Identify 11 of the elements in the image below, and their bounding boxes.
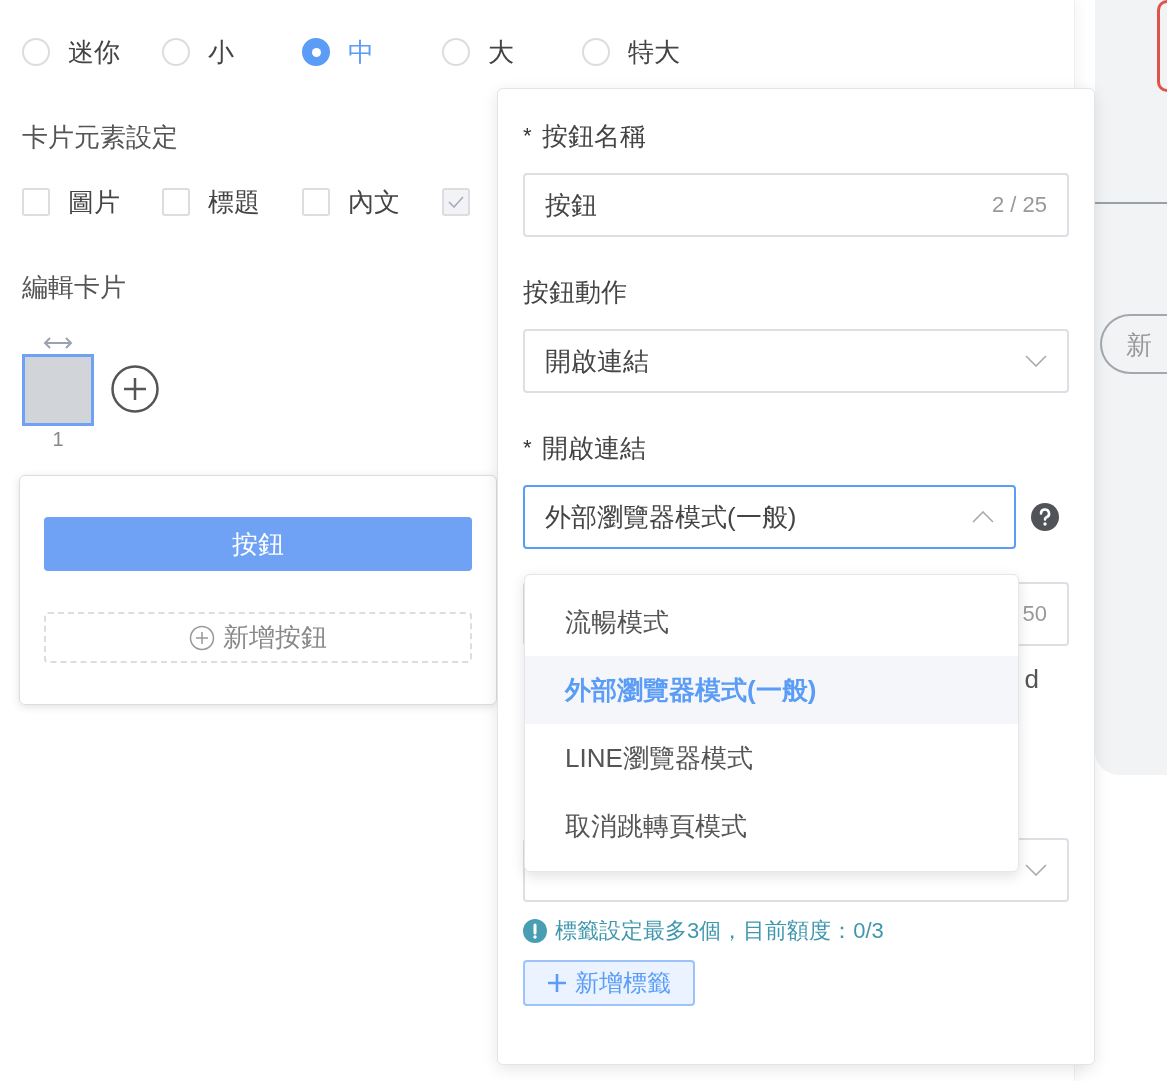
tag-limit-hint: 標籤設定最多3個，目前額度：0/3 xyxy=(555,917,884,945)
field-label: 按鈕動作 xyxy=(523,275,627,309)
field-label: 按鈕名稱 xyxy=(541,119,646,153)
required-mark: * xyxy=(523,435,532,461)
section-title: 編輯卡片 xyxy=(22,271,127,304)
char-count: 50 xyxy=(1022,601,1047,627)
text-fragment: d xyxy=(1024,663,1039,695)
section-title: 卡片元素設定 xyxy=(22,121,179,154)
card-number: 1 xyxy=(52,428,64,451)
required-mark: * xyxy=(523,123,532,149)
field-label: 開啟連結 xyxy=(541,431,646,465)
